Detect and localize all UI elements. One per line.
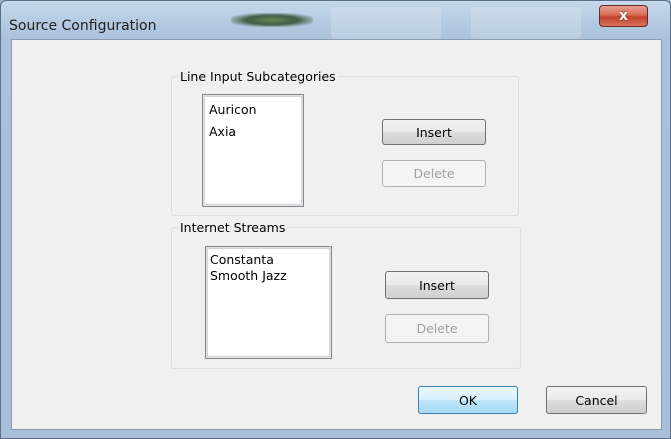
- list-item[interactable]: Auricon: [209, 102, 257, 117]
- internet-streams-insert-button[interactable]: Insert: [385, 271, 489, 299]
- dialog-client-area: Line Input Subcategories Auricon Axia In…: [11, 39, 662, 430]
- ok-button[interactable]: OK: [418, 386, 518, 414]
- internet-streams-listbox[interactable]: Constanta Smooth Jazz: [205, 246, 332, 359]
- title-glow-decoration: [231, 13, 313, 27]
- line-input-legend: Line Input Subcategories: [180, 69, 336, 84]
- background-window-blur: [331, 7, 441, 39]
- window-title: Source Configuration: [9, 18, 157, 34]
- dialog-window: Source Configuration x Line Input Subcat…: [0, 0, 671, 439]
- cancel-button[interactable]: Cancel: [546, 386, 647, 414]
- line-input-listbox[interactable]: Auricon Axia: [202, 94, 304, 207]
- line-input-insert-button[interactable]: Insert: [382, 119, 486, 145]
- list-item[interactable]: Smooth Jazz: [210, 268, 287, 283]
- close-button[interactable]: x: [599, 5, 648, 27]
- line-input-delete-button[interactable]: Delete: [382, 160, 486, 187]
- list-item[interactable]: Axia: [209, 124, 236, 139]
- internet-streams-legend: Internet Streams: [180, 220, 286, 235]
- background-window-blur: [471, 7, 581, 39]
- list-item[interactable]: Constanta: [210, 252, 274, 267]
- internet-streams-delete-button[interactable]: Delete: [385, 314, 489, 343]
- close-icon: x: [618, 8, 629, 24]
